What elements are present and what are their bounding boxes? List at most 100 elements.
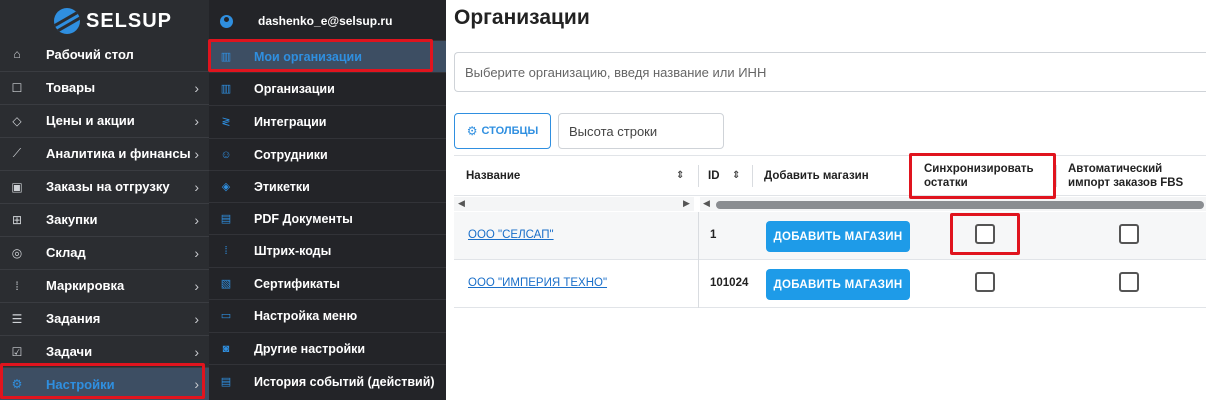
settings-icon: ◙: [222, 342, 230, 355]
table-row: ООО "СЕЛСАП" 1 ДОБАВИТЬ МАГАЗИН: [454, 212, 1206, 260]
submenu-item-label: История событий (действий): [254, 374, 435, 389]
columns-button[interactable]: ⚙ СТОЛБЦЫ: [454, 113, 551, 149]
submenu-item-label: Другие настройки: [254, 341, 366, 356]
sidebar-item-label: Склад: [46, 245, 86, 260]
calendar-check-icon: ☑: [11, 344, 23, 359]
submenu-item-employees[interactable]: ☺ Сотрудники: [209, 138, 446, 170]
submenu-item-label: Сертификаты: [254, 276, 340, 291]
submenu-item-event-history[interactable]: ▤ История событий (действий): [209, 364, 446, 398]
column-header-auto-import: Автоматический импорт заказов FBS: [1056, 155, 1206, 196]
check-circle-icon: ◎: [11, 245, 23, 260]
add-shop-button[interactable]: ДОБАВИТЬ МАГАЗИН: [766, 269, 910, 300]
chevron-right-icon: ›: [194, 376, 199, 392]
menu-icon: ▭: [220, 310, 232, 322]
sidebar-item-label: Заказы на отгрузку: [46, 179, 170, 194]
sidebar-item-label: Задания: [46, 311, 101, 326]
chevron-right-icon: ›: [194, 277, 199, 294]
sidebar-item-purchases[interactable]: ⊞ Закупки ›: [0, 203, 209, 235]
sidebar-item-desktop[interactable]: ⌂ Рабочий стол: [0, 38, 209, 70]
sidebar-item-warehouse[interactable]: ◎ Склад ›: [0, 236, 209, 268]
column-divider: [698, 260, 699, 308]
history-icon: ▤: [220, 376, 232, 388]
chevron-right-icon: ›: [194, 310, 199, 327]
chevron-right-icon: ›: [194, 112, 199, 129]
sync-stock-checkbox[interactable]: [975, 272, 995, 292]
user-account[interactable]: dashenko_e@selsup.ru: [209, 8, 446, 34]
submenu-item-barcodes[interactable]: ⁞ Штрих-коды: [209, 234, 446, 266]
columns-button-label: СТОЛБЦЫ: [481, 125, 539, 137]
sidebar-item-label: Маркировка: [46, 278, 125, 293]
submenu-item-other-settings[interactable]: ◙ Другие настройки: [209, 332, 446, 364]
document-icon: ▤: [220, 213, 232, 225]
scroll-right-icon[interactable]: ▶: [683, 198, 690, 209]
organization-id: 101024: [710, 277, 749, 289]
sidebar-item-label: Закупки: [46, 212, 98, 227]
organization-link[interactable]: ООО "СЕЛСАП": [468, 229, 554, 241]
barcode-scan-icon: ⁞: [224, 244, 228, 257]
sidebar-item-label: Аналитика и финансы: [46, 146, 191, 161]
scroll-left-icon[interactable]: ◀: [458, 198, 465, 209]
column-header-label: Название: [466, 169, 521, 182]
sidebar-item-tasks[interactable]: ☑ Задачи ›: [0, 335, 209, 367]
sidebar-item-label: Задачи: [46, 344, 93, 359]
brand-logo[interactable]: SELSUP: [54, 6, 172, 36]
gear-icon: ⚙: [11, 377, 23, 391]
submenu-item-label: Сотрудники: [254, 147, 328, 162]
sidebar-item-products[interactable]: ☐ Товары ›: [0, 71, 209, 103]
sidebar-item-orders[interactable]: ▣ Заказы на отгрузку ›: [0, 170, 209, 202]
column-header-name[interactable]: Название ⇕: [454, 155, 698, 196]
scrollbar-thumb[interactable]: [716, 201, 1204, 209]
list-icon: ☰: [11, 311, 23, 326]
chevron-right-icon: ›: [194, 211, 199, 228]
submenu-item-my-organizations[interactable]: ▥ Мои организации: [209, 40, 446, 72]
main-content: Организации Выберите организацию, введя …: [446, 0, 1206, 400]
tag-icon: ◇: [12, 113, 22, 128]
chevron-right-icon: ›: [194, 79, 199, 96]
row-height-select[interactable]: Высота строки: [558, 113, 724, 149]
home-icon: ⌂: [13, 47, 21, 61]
organization-id: 1: [710, 229, 717, 241]
organization-search-input[interactable]: Выберите организацию, введя название или…: [454, 52, 1206, 92]
auto-import-checkbox[interactable]: [1119, 224, 1139, 244]
column-header-id[interactable]: ID ⇕: [698, 155, 752, 196]
column-divider: [752, 165, 753, 187]
submenu-item-integrations[interactable]: ≷ Интеграции: [209, 105, 446, 137]
sync-stock-checkbox[interactable]: [975, 224, 995, 244]
submenu-item-pdf-documents[interactable]: ▤ PDF Документы: [209, 202, 446, 234]
auto-import-checkbox[interactable]: [1119, 272, 1139, 292]
submenu-item-organizations[interactable]: ▥ Организации: [209, 72, 446, 104]
user-email: dashenko_e@selsup.ru: [258, 14, 393, 28]
sidebar-item-prices[interactable]: ◇ Цены и акции ›: [0, 104, 209, 136]
building-icon: ▥: [220, 51, 232, 63]
add-shop-button[interactable]: ДОБАВИТЬ МАГАЗИН: [766, 221, 910, 252]
submenu-item-label: Организации: [254, 81, 335, 96]
sidebar-item-assignments[interactable]: ☰ Задания ›: [0, 302, 209, 334]
submenu-item-labels[interactable]: ◈ Этикетки: [209, 170, 446, 202]
sidebar-item-marking[interactable]: ⁞ Маркировка ›: [0, 269, 209, 301]
chart-icon: ⟋: [12, 146, 22, 160]
sidebar-item-label: Цены и акции: [46, 113, 135, 128]
column-header-sync-stock: Синхронизировать остатки: [910, 155, 1056, 196]
submenu-item-certificates[interactable]: ▧ Сертификаты: [209, 267, 446, 299]
organization-link[interactable]: ООО "ИМПЕРИЯ ТЕХНО": [468, 277, 607, 289]
bag-icon: ☐: [11, 80, 23, 95]
sort-icon[interactable]: ⇕: [676, 170, 684, 181]
sidebar-item-settings[interactable]: ⚙ Настройки ›: [0, 367, 209, 400]
submenu-item-label: PDF Документы: [254, 211, 353, 226]
column-divider: [1056, 165, 1057, 187]
column-header-add-shop: Добавить магазин: [752, 155, 910, 196]
column-divider: [698, 212, 699, 260]
chevron-right-icon: ›: [194, 178, 199, 195]
submenu-item-menu-settings[interactable]: ▭ Настройка меню: [209, 299, 446, 331]
cart-icon: ⊞: [11, 212, 23, 227]
barcode-icon: ⁞: [15, 278, 19, 293]
sidebar-item-analytics[interactable]: ⟋ Аналитика и финансы ›: [0, 137, 209, 169]
chevron-right-icon: ›: [194, 244, 199, 261]
gear-icon: ⚙: [466, 124, 478, 138]
horizontal-scrollbar-left[interactable]: [454, 197, 694, 211]
column-divider: [698, 165, 699, 187]
scroll-left-icon[interactable]: ◀: [703, 198, 710, 209]
sort-icon[interactable]: ⇕: [732, 170, 740, 181]
label-icon: ◈: [221, 181, 231, 193]
column-header-label: Добавить магазин: [764, 169, 869, 182]
